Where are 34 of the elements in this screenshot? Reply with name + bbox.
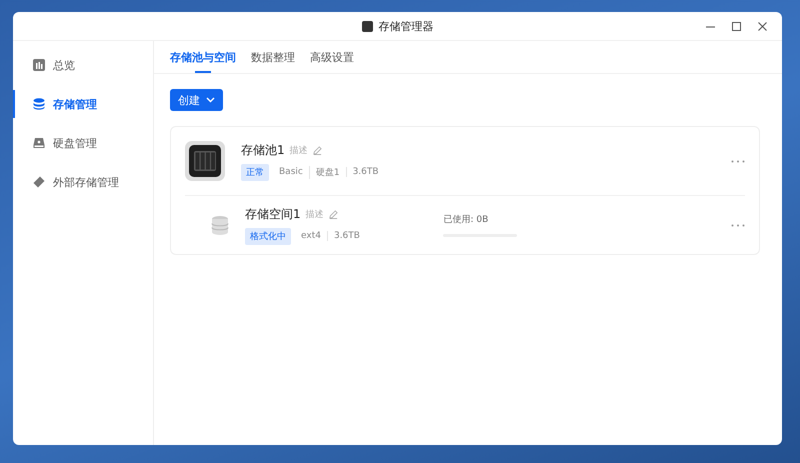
sidebar-item[interactable]: 外部存储管理 xyxy=(13,168,153,196)
tab[interactable]: 数据整理 xyxy=(251,41,295,73)
volume-detail: ext4 xyxy=(300,231,322,241)
database-icon xyxy=(211,215,229,235)
tab[interactable]: 存储池与空间 xyxy=(170,41,236,73)
create-button[interactable]: 创建 xyxy=(170,89,223,111)
database-icon xyxy=(33,98,45,110)
usb-drive-icon xyxy=(33,176,45,188)
volume-name: 存储空间1 xyxy=(245,206,301,222)
pool-detail: 3.6TB xyxy=(346,167,385,177)
caret-icon xyxy=(206,97,215,103)
more-icon[interactable] xyxy=(731,224,745,226)
pool-detail: Basic xyxy=(278,167,304,177)
sidebar-item[interactable]: 总览 xyxy=(13,51,153,79)
edit-icon[interactable] xyxy=(312,146,322,154)
usage-label: 已使用: 0B xyxy=(443,214,490,226)
more-icon[interactable] xyxy=(731,160,745,162)
chart-icon xyxy=(33,59,45,71)
volume-detail: 3.6TB xyxy=(326,231,366,241)
window-title: 存储管理器 xyxy=(378,18,434,34)
maximize-icon[interactable] xyxy=(730,20,742,32)
app-icon xyxy=(362,20,372,32)
sidebar-item[interactable]: 存储管理 xyxy=(13,90,153,118)
description-label: 描述 xyxy=(306,208,324,220)
pool-detail: 硬盘1 xyxy=(308,166,346,178)
edit-icon[interactable] xyxy=(328,210,338,218)
status-tag: 正常 xyxy=(241,164,269,180)
sidebar-item[interactable]: 硬盘管理 xyxy=(13,129,153,157)
description-label: 描述 xyxy=(290,144,308,156)
close-icon[interactable] xyxy=(756,20,768,32)
tab[interactable]: 高级设置 xyxy=(310,41,354,73)
status-tag: 格式化中 xyxy=(245,228,291,244)
pool-name: 存储池1 xyxy=(241,142,285,158)
storage-pool-icon xyxy=(185,141,225,181)
